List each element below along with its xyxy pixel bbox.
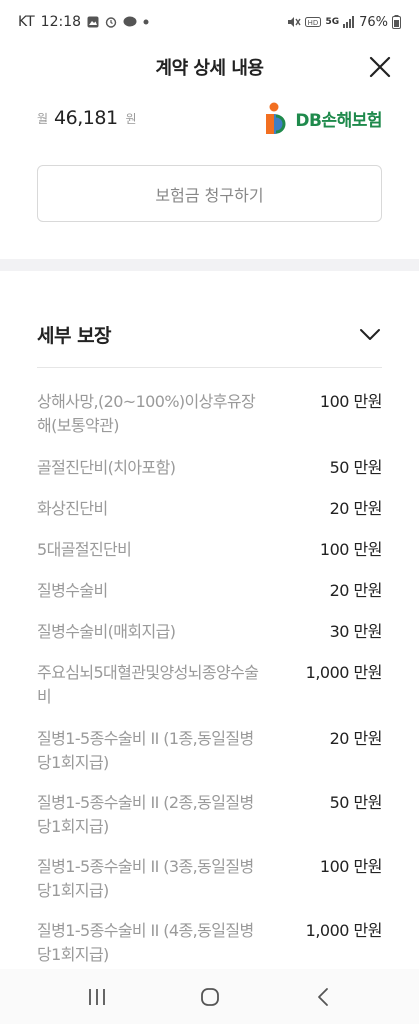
- talk-icon: [123, 16, 137, 28]
- coverage-name: 질병1-5종수술비 II (3종,동일질병당1회지급): [37, 857, 254, 900]
- coverage-row: 질병1-5종수술비 II (3종,동일질병당1회지급) 100 만원: [37, 855, 383, 903]
- coverage-row: 5대골절진단비 100 만원: [37, 538, 383, 562]
- page-title: 계약 상세 내용: [155, 58, 264, 79]
- coverage-name: 상해사망,(20~100%)이상후유장해(보통약관): [37, 392, 256, 435]
- top-app-bar: 계약 상세 내용: [0, 44, 419, 90]
- coverage-amount: 100 만원: [319, 392, 383, 411]
- coverage-list: 상해사망,(20~100%)이상후유장해(보통약관) 100 만원 골절진단비(…: [37, 390, 383, 967]
- chevron-down-icon: [360, 329, 380, 340]
- insurer-name: DB손해보험: [295, 110, 382, 131]
- coverage-amount: 20 만원: [329, 729, 383, 748]
- home-icon: [200, 987, 219, 1006]
- insurer-logo: DB손해보험: [265, 101, 382, 135]
- claim-insurance-button[interactable]: 보험금 청구하기: [37, 165, 382, 222]
- coverage-row: 질병1-5종수술비 II (1종,동일질병당1회지급) 20 만원: [37, 727, 383, 775]
- premium-period-label: 월: [37, 111, 49, 126]
- signal-icon: [343, 16, 355, 28]
- battery-icon: [392, 15, 401, 29]
- coverage-name: 골절진단비(치아포함): [37, 458, 176, 477]
- coverage-amount: 1,000 만원: [305, 921, 383, 940]
- coverage-name: 질병수술비: [37, 581, 108, 600]
- recent-apps-button[interactable]: [77, 977, 117, 1017]
- network-type-icon: 5G: [325, 17, 340, 27]
- coverage-amount: 20 만원: [329, 581, 383, 600]
- insurer-logo-mark-icon: [265, 101, 291, 135]
- coverage-row: 질병1-5종수술비 II (2종,동일질병당1회지급) 50 만원: [37, 791, 383, 839]
- back-icon: [317, 987, 328, 1006]
- coverage-row: 주요심뇌5대혈관및양성뇌종양수술비 1,000 만원: [37, 661, 383, 709]
- system-nav-bar: [0, 969, 419, 1024]
- coverage-name: 질병1-5종수술비 II (2종,동일질병당1회지급): [37, 793, 254, 836]
- recent-apps-icon: [88, 988, 105, 1005]
- coverage-name: 화상진단비: [37, 499, 108, 518]
- close-icon: [369, 56, 391, 78]
- coverage-row: 질병수술비 20 만원: [37, 579, 383, 603]
- premium-row: 월 46,181 원 DB손해보험: [37, 102, 382, 134]
- coverage-amount: 30 만원: [329, 622, 383, 641]
- coverage-row: 골절진단비(치아포함) 50 만원: [37, 456, 383, 480]
- coverage-amount: 50 만원: [329, 793, 383, 812]
- coverage-name: 주요심뇌5대혈관및양성뇌종양수술비: [37, 663, 259, 706]
- coverage-section-title: 세부 보장: [37, 324, 112, 347]
- coverage-divider: [37, 367, 382, 368]
- section-divider: [0, 259, 419, 271]
- coverage-amount: 50 만원: [329, 458, 383, 477]
- clock: 12:18: [40, 14, 82, 30]
- mute-icon: [287, 16, 302, 28]
- coverage-name: 질병1-5종수술비 II (4종,동일질병당1회지급): [37, 921, 254, 964]
- home-button[interactable]: [190, 977, 230, 1017]
- coverage-row: 질병수술비(매회지급) 30 만원: [37, 620, 383, 644]
- coverage-amount: 20 만원: [329, 499, 383, 518]
- premium-amount: 46,181: [54, 107, 118, 129]
- battery-percent: 76%: [359, 14, 388, 30]
- coverage-row: 상해사망,(20~100%)이상후유장해(보통약관) 100 만원: [37, 390, 383, 438]
- coverage-amount: 1,000 만원: [305, 663, 383, 682]
- notification-dot-icon: [143, 19, 149, 25]
- coverage-amount: 100 만원: [319, 857, 383, 876]
- hd-icon: HD: [305, 16, 322, 28]
- svg-text:HD: HD: [308, 19, 319, 27]
- coverage-row: 질병1-5종수술비 II (4종,동일질병당1회지급) 1,000 만원: [37, 919, 383, 967]
- coverage-name: 질병1-5종수술비 II (1종,동일질병당1회지급): [37, 729, 254, 772]
- gallery-icon: [87, 16, 99, 28]
- premium-currency: 원: [125, 111, 137, 126]
- close-button[interactable]: [367, 54, 393, 80]
- status-bar: KT 12:18 HD 5G 76%: [0, 0, 419, 44]
- alarm-icon: [105, 16, 117, 28]
- coverage-name: 5대골절진단비: [37, 540, 132, 559]
- back-button[interactable]: [303, 977, 343, 1017]
- coverage-row: 화상진단비 20 만원: [37, 497, 383, 521]
- coverage-name: 질병수술비(매회지급): [37, 622, 176, 641]
- carrier-label: KT: [18, 14, 35, 30]
- coverage-section-toggle[interactable]: 세부 보장: [37, 310, 382, 358]
- coverage-amount: 100 만원: [319, 540, 383, 559]
